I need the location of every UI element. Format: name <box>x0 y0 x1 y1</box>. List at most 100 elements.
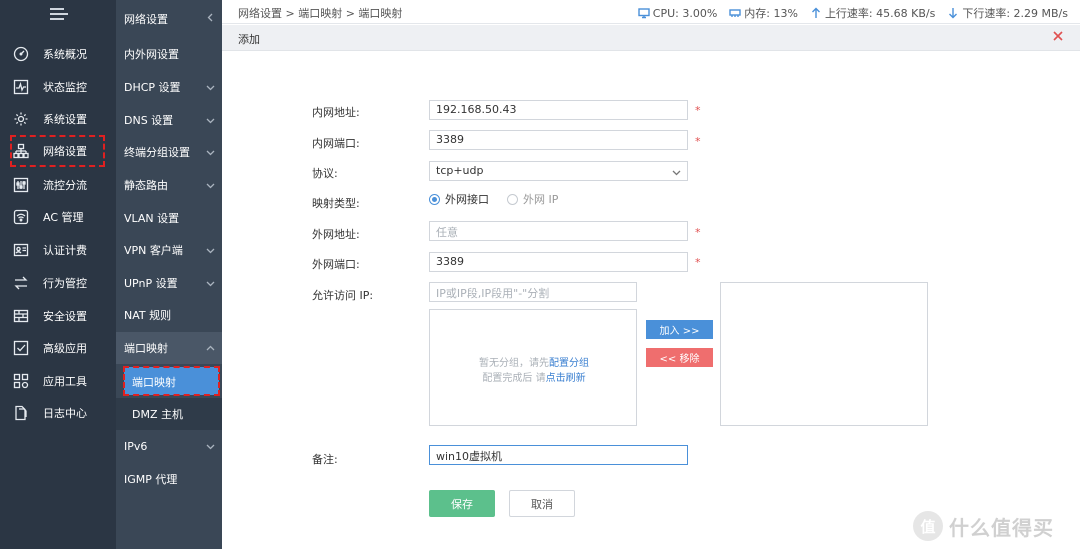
sidebar-item-label: 内外网设置 <box>124 48 179 61</box>
sidebar-item-label: NAT 规则 <box>124 309 172 322</box>
upload-stat: 上行速率: 45.68 KB/s <box>810 5 935 21</box>
log-icon <box>12 404 30 422</box>
sidebar-item-label: 日志中心 <box>43 407 87 420</box>
sidebar-item-static-route[interactable]: 静态路由 <box>116 169 222 201</box>
primary-sidebar: 系统概况 状态监控 系统设置 网络设置 流控分流 AC 管理 认证计费 行为管控… <box>0 0 116 549</box>
sidebar-item-overview[interactable]: 系统概况 <box>0 39 116 69</box>
sidebar-item-terminal-group[interactable]: 终端分组设置 <box>116 136 222 168</box>
sidebar-item-label: VLAN 设置 <box>124 212 180 225</box>
empty-group-message: 暂无分组，请先配置分组 配置完成后 请点击刷新 <box>430 356 638 386</box>
group-list-box[interactable]: 暂无分组，请先配置分组 配置完成后 请点击刷新 <box>429 309 637 426</box>
arrow-up-icon <box>811 7 820 18</box>
allow-ip-input[interactable]: IP或IP段,IP段用"-"分割 <box>429 282 637 302</box>
sidebar-item-network[interactable]: 网络设置 <box>10 135 105 167</box>
wan-port-input[interactable]: 3389 <box>429 252 688 272</box>
sidebar-item-dhcp[interactable]: DHCP 设置 <box>116 71 222 103</box>
required-mark: * <box>695 256 701 269</box>
sidebar-item-label: 系统概况 <box>43 48 87 61</box>
memory-stat: 内存: 13% <box>729 5 798 21</box>
sidebar-item-label: DNS 设置 <box>124 114 174 127</box>
secondary-sidebar-title-label: 网络设置 <box>124 13 168 26</box>
refresh-hint-text: 配置完成后 请 <box>482 373 546 384</box>
apps-icon <box>12 372 30 390</box>
sidebar-item-label: 认证计费 <box>43 244 87 257</box>
sidebar-item-label: IGMP 代理 <box>124 473 178 486</box>
sidebar-item-auth-billing[interactable]: 认证计费 <box>0 235 116 265</box>
sidebar-item-ac-manage[interactable]: AC 管理 <box>0 202 116 232</box>
close-icon[interactable] <box>1052 30 1066 44</box>
sidebar-item-advanced[interactable]: 高级应用 <box>0 333 116 363</box>
protocol-label: 协议: <box>312 167 338 180</box>
top-bar: 网络设置 > 端口映射 > 端口映射 CPU: 3.00% 内存: 13% 上行… <box>222 0 1080 24</box>
network-icon <box>12 142 30 160</box>
sidebar-item-label: VPN 客户端 <box>124 244 183 257</box>
sidebar-item-monitor[interactable]: 状态监控 <box>0 72 116 102</box>
radio-label: 外网 IP <box>523 193 559 206</box>
sidebar-item-nat[interactable]: NAT 规则 <box>116 299 222 331</box>
secondary-sidebar: 网络设置 内外网设置 DHCP 设置 DNS 设置 终端分组设置 静态路由 VL… <box>116 0 222 549</box>
chevron-down-icon <box>206 147 215 156</box>
lan-port-input[interactable]: 3389 <box>429 130 688 150</box>
dialog-body: 内网地址: 192.168.50.43 * 内网端口: 3389 * 协议: t… <box>222 51 1080 549</box>
sidebar-item-label: 状态监控 <box>43 81 87 94</box>
app-root: 系统概况 状态监控 系统设置 网络设置 流控分流 AC 管理 认证计费 行为管控… <box>0 0 1080 551</box>
sidebar-item-system[interactable]: 系统设置 <box>0 104 116 134</box>
wan-address-input[interactable]: 任意 <box>429 221 688 241</box>
sidebar-item-port-mapping[interactable]: 端口映射 <box>123 366 220 396</box>
chevron-left-icon[interactable] <box>206 12 214 22</box>
wan-port-label: 外网端口: <box>312 258 360 271</box>
sidebar-item-vlan[interactable]: VLAN 设置 <box>116 202 222 234</box>
remove-button[interactable]: << 移除 <box>646 348 713 367</box>
cpu-value: CPU: 3.00% <box>652 6 718 20</box>
refresh-link[interactable]: 点击刷新 <box>546 373 586 384</box>
sidebar-item-dmz[interactable]: DMZ 主机 <box>116 398 222 430</box>
sidebar-item-label: 行为管控 <box>43 277 87 290</box>
secondary-sidebar-title[interactable]: 网络设置 <box>116 3 222 35</box>
save-button[interactable]: 保存 <box>429 490 495 517</box>
required-mark: * <box>695 226 701 239</box>
sidebar-item-logs[interactable]: 日志中心 <box>0 398 116 428</box>
sidebar-item-label: DMZ 主机 <box>132 408 183 421</box>
sidebar-item-label: 应用工具 <box>43 375 87 388</box>
sidebar-item-label: 静态路由 <box>124 179 168 192</box>
add-button[interactable]: 加入 >> <box>646 320 713 339</box>
dialog-title: 添加 <box>238 33 260 46</box>
sidebar-item-ipv6[interactable]: IPv6 <box>116 430 222 462</box>
cancel-button[interactable]: 取消 <box>509 490 575 517</box>
sidebar-item-dns[interactable]: DNS 设置 <box>116 104 222 136</box>
sidebar-item-tools[interactable]: 应用工具 <box>0 366 116 396</box>
sidebar-item-upnp[interactable]: UPnP 设置 <box>116 267 222 299</box>
map-type-radio-group: 外网接口 外网 IP <box>429 191 558 207</box>
sidebar-item-label: AC 管理 <box>43 211 84 224</box>
memory-value: 内存: 13% <box>744 7 798 20</box>
system-stats: CPU: 3.00% 内存: 13% 上行速率: 45.68 KB/s 下行速率… <box>638 5 1068 21</box>
arrow-down-icon <box>949 8 958 19</box>
sidebar-item-wan-lan[interactable]: 内外网设置 <box>116 38 222 70</box>
map-type-wan-ip-radio[interactable]: 外网 IP <box>507 191 558 207</box>
required-mark: * <box>695 135 701 148</box>
upload-value: 上行速率: 45.68 KB/s <box>824 7 936 20</box>
gear-icon <box>12 110 30 128</box>
sidebar-item-label: UPnP 设置 <box>124 277 178 290</box>
lan-address-label: 内网地址: <box>312 106 360 119</box>
sidebar-item-security[interactable]: 安全设置 <box>0 301 116 331</box>
chevron-down-icon <box>206 245 215 254</box>
radio-unselected-icon <box>507 193 518 205</box>
dialog-header: 添加 <box>222 25 1080 51</box>
map-type-wan-interface-radio[interactable]: 外网接口 <box>429 191 489 207</box>
sidebar-item-vpn-client[interactable]: VPN 客户端 <box>116 234 222 266</box>
sidebar-item-behavior[interactable]: 行为管控 <box>0 268 116 298</box>
menu-toggle-icon[interactable] <box>50 8 68 22</box>
chevron-up-icon <box>206 343 215 351</box>
sidebar-item-label: 端口映射 <box>132 376 176 389</box>
configure-group-link[interactable]: 配置分组 <box>549 358 589 369</box>
lan-address-input[interactable]: 192.168.50.43 <box>429 100 688 120</box>
protocol-select[interactable]: tcp+udp <box>429 161 688 181</box>
sidebar-item-port-mapping-group[interactable]: 端口映射 <box>116 332 222 364</box>
selected-list-box[interactable] <box>720 282 928 426</box>
allow-ip-label: 允许访问 IP: <box>312 289 374 302</box>
download-stat: 下行速率: 2.29 MB/s <box>947 5 1068 21</box>
sidebar-item-flow-control[interactable]: 流控分流 <box>0 170 116 200</box>
sidebar-item-igmp[interactable]: IGMP 代理 <box>116 463 222 495</box>
remark-input[interactable]: win10虚拟机 <box>429 445 688 465</box>
